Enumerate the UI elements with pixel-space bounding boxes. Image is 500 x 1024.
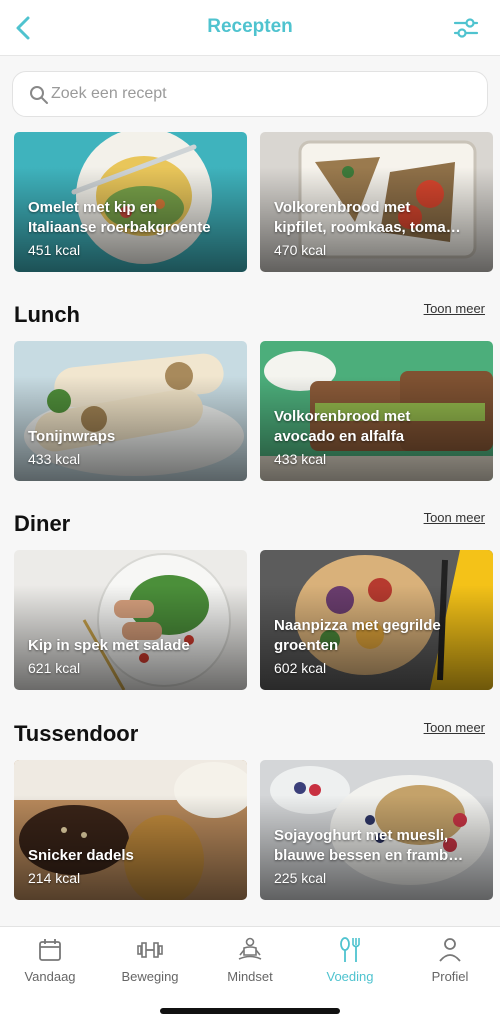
recipe-name: Tonijnwraps — [28, 428, 116, 445]
recipe-card-sojayoghurt[interactable]: Sojayoghurt met muesli, blauwe bessen en… — [260, 760, 493, 900]
recipe-kcal: 433 kcal — [28, 451, 81, 467]
recipe-name: Naanpizza met gegrilde groenten — [274, 617, 441, 654]
person-icon — [439, 938, 461, 962]
recipe-kcal: 214 kcal — [28, 870, 81, 886]
recipe-name: Sojayoghurt met muesli, blauwe bessen en… — [274, 827, 464, 864]
recipe-name: Snicker dadels — [28, 847, 134, 864]
search-input[interactable] — [51, 72, 471, 116]
recipe-card-naanpizza[interactable]: Naanpizza met gegrilde groenten 602 kcal — [260, 550, 493, 690]
tab-label: Profiel — [431, 969, 469, 984]
recipe-kcal: 621 kcal — [28, 660, 81, 676]
recipe-card-tonijnwraps[interactable]: Tonijnwraps 433 kcal — [14, 341, 247, 481]
recipe-card-omelet[interactable]: Omelet met kip en Italiaanse roerbakgroe… — [14, 132, 247, 272]
dumbbell-icon — [137, 942, 163, 958]
recipe-name: Volkorenbrood met kipfilet, roomkaas, to… — [274, 199, 461, 236]
tab-label: Vandaag — [24, 969, 76, 984]
sliders-icon — [453, 18, 479, 38]
recipe-kcal: 225 kcal — [274, 870, 327, 886]
fork-knife-icon — [340, 937, 360, 962]
section-title-diner: Diner — [14, 511, 71, 536]
section-title-lunch: Lunch — [14, 302, 80, 327]
recipe-kcal: 470 kcal — [274, 242, 327, 258]
tab-voeding[interactable]: Voeding — [300, 933, 400, 995]
toon-meer-lunch-link[interactable]: Toon meer — [424, 301, 485, 316]
recipe-name: Volkorenbrood met avocado en alfalfa — [274, 408, 411, 445]
recipe-list[interactable]: Omelet met kip en Italiaanse roerbakgroe… — [0, 56, 500, 926]
recipe-card-volkorenbrood-avocado[interactable]: Volkorenbrood met avocado en alfalfa 433… — [260, 341, 493, 481]
tab-label: Voeding — [326, 969, 374, 984]
top-bar: Recepten — [0, 0, 500, 56]
search-bar — [12, 71, 488, 117]
recipe-kcal: 433 kcal — [274, 451, 327, 467]
toon-meer-diner-link[interactable]: Toon meer — [424, 510, 485, 525]
tab-vandaag[interactable]: Vandaag — [0, 933, 100, 995]
tab-profiel[interactable]: Profiel — [400, 933, 500, 995]
meditation-icon — [238, 937, 262, 960]
tab-label: Mindset — [227, 969, 273, 984]
page-title: Recepten — [207, 16, 293, 37]
filter-button[interactable] — [452, 14, 480, 42]
tab-label: Beweging — [121, 969, 179, 984]
calendar-icon — [39, 939, 61, 961]
search-icon — [30, 86, 48, 104]
recipe-card-snicker-dadels[interactable]: Snicker dadels 214 kcal — [14, 760, 247, 900]
recipe-name: Kip in spek met salade — [28, 637, 190, 654]
recipe-card-kip-in-spek[interactable]: Kip in spek met salade 621 kcal — [14, 550, 247, 690]
recipe-card-volkorenbrood-kipfilet[interactable]: Volkorenbrood met kipfilet, roomkaas, to… — [260, 132, 493, 272]
section-title-tussendoor: Tussendoor — [14, 721, 139, 746]
recipe-kcal: 451 kcal — [28, 242, 81, 258]
toon-meer-tussendoor-link[interactable]: Toon meer — [424, 720, 485, 735]
recipe-kcal: 602 kcal — [274, 660, 327, 676]
recipe-name: Omelet met kip en Italiaanse roerbakgroe… — [28, 199, 211, 236]
tab-beweging[interactable]: Beweging — [100, 933, 200, 995]
home-indicator — [160, 1008, 340, 1014]
tab-mindset[interactable]: Mindset — [200, 933, 300, 995]
